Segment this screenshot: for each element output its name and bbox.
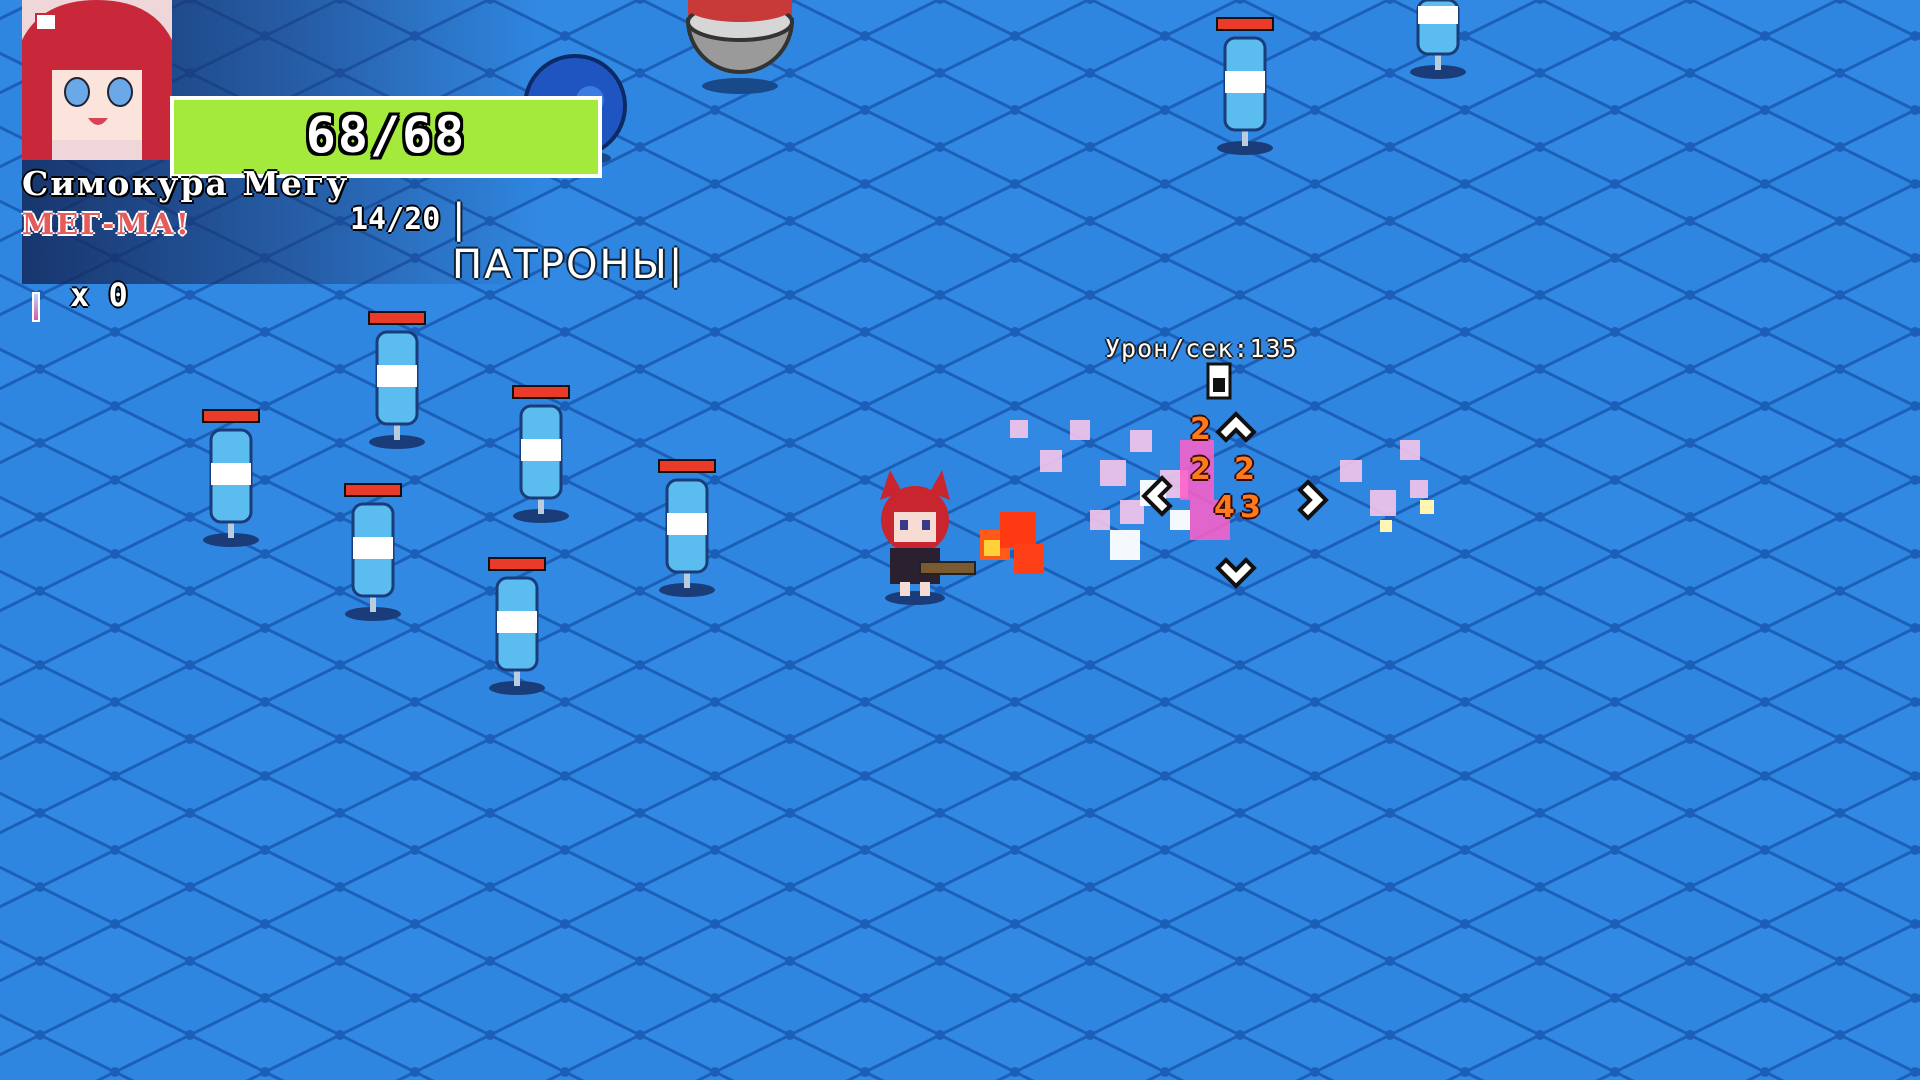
hp-text: 68/68 (305, 106, 467, 164)
training-dummy[interactable] (1408, 0, 1474, 80)
damage-number: 2 (1190, 452, 1211, 487)
dps-label: Урон/сек:135 (1105, 334, 1298, 363)
potion-icon (32, 292, 40, 322)
red-ball-obstacle (685, 0, 795, 94)
player-hud: 68/68 Симокура Мегу МЕГ-МА! 14/20 |ПАТРО… (22, 0, 682, 322)
character-name: Симокура Мегу (22, 164, 350, 203)
damage-number: 4 (1214, 490, 1235, 525)
ammo-label: |ПАТРОНЫ| (452, 196, 685, 288)
target-reticle (1141, 411, 1329, 589)
training-dummy[interactable] (1212, 16, 1278, 156)
training-dummy[interactable] (484, 556, 550, 696)
training-dummy[interactable] (198, 408, 264, 548)
training-dummy[interactable] (340, 482, 406, 622)
training-dummy[interactable] (364, 310, 430, 450)
player-character (880, 470, 976, 605)
character-subtitle: МЕГ-МА! (22, 207, 191, 241)
item-count: x 0 (70, 276, 128, 314)
training-dummy[interactable] (508, 384, 574, 524)
training-dummy[interactable] (654, 458, 720, 598)
damage-number: 2 (1234, 452, 1255, 487)
character-portrait (22, 0, 172, 160)
damage-number: 3 (1240, 490, 1261, 525)
target-marker-icon (1206, 362, 1232, 400)
damage-number: 2 (1190, 412, 1211, 447)
ammo-count: 14/20 (350, 202, 441, 237)
game-viewport[interactable]: 2 2 2 4 3 Урон/сек:135 68/68 Симокура Ме… (0, 0, 1920, 1080)
